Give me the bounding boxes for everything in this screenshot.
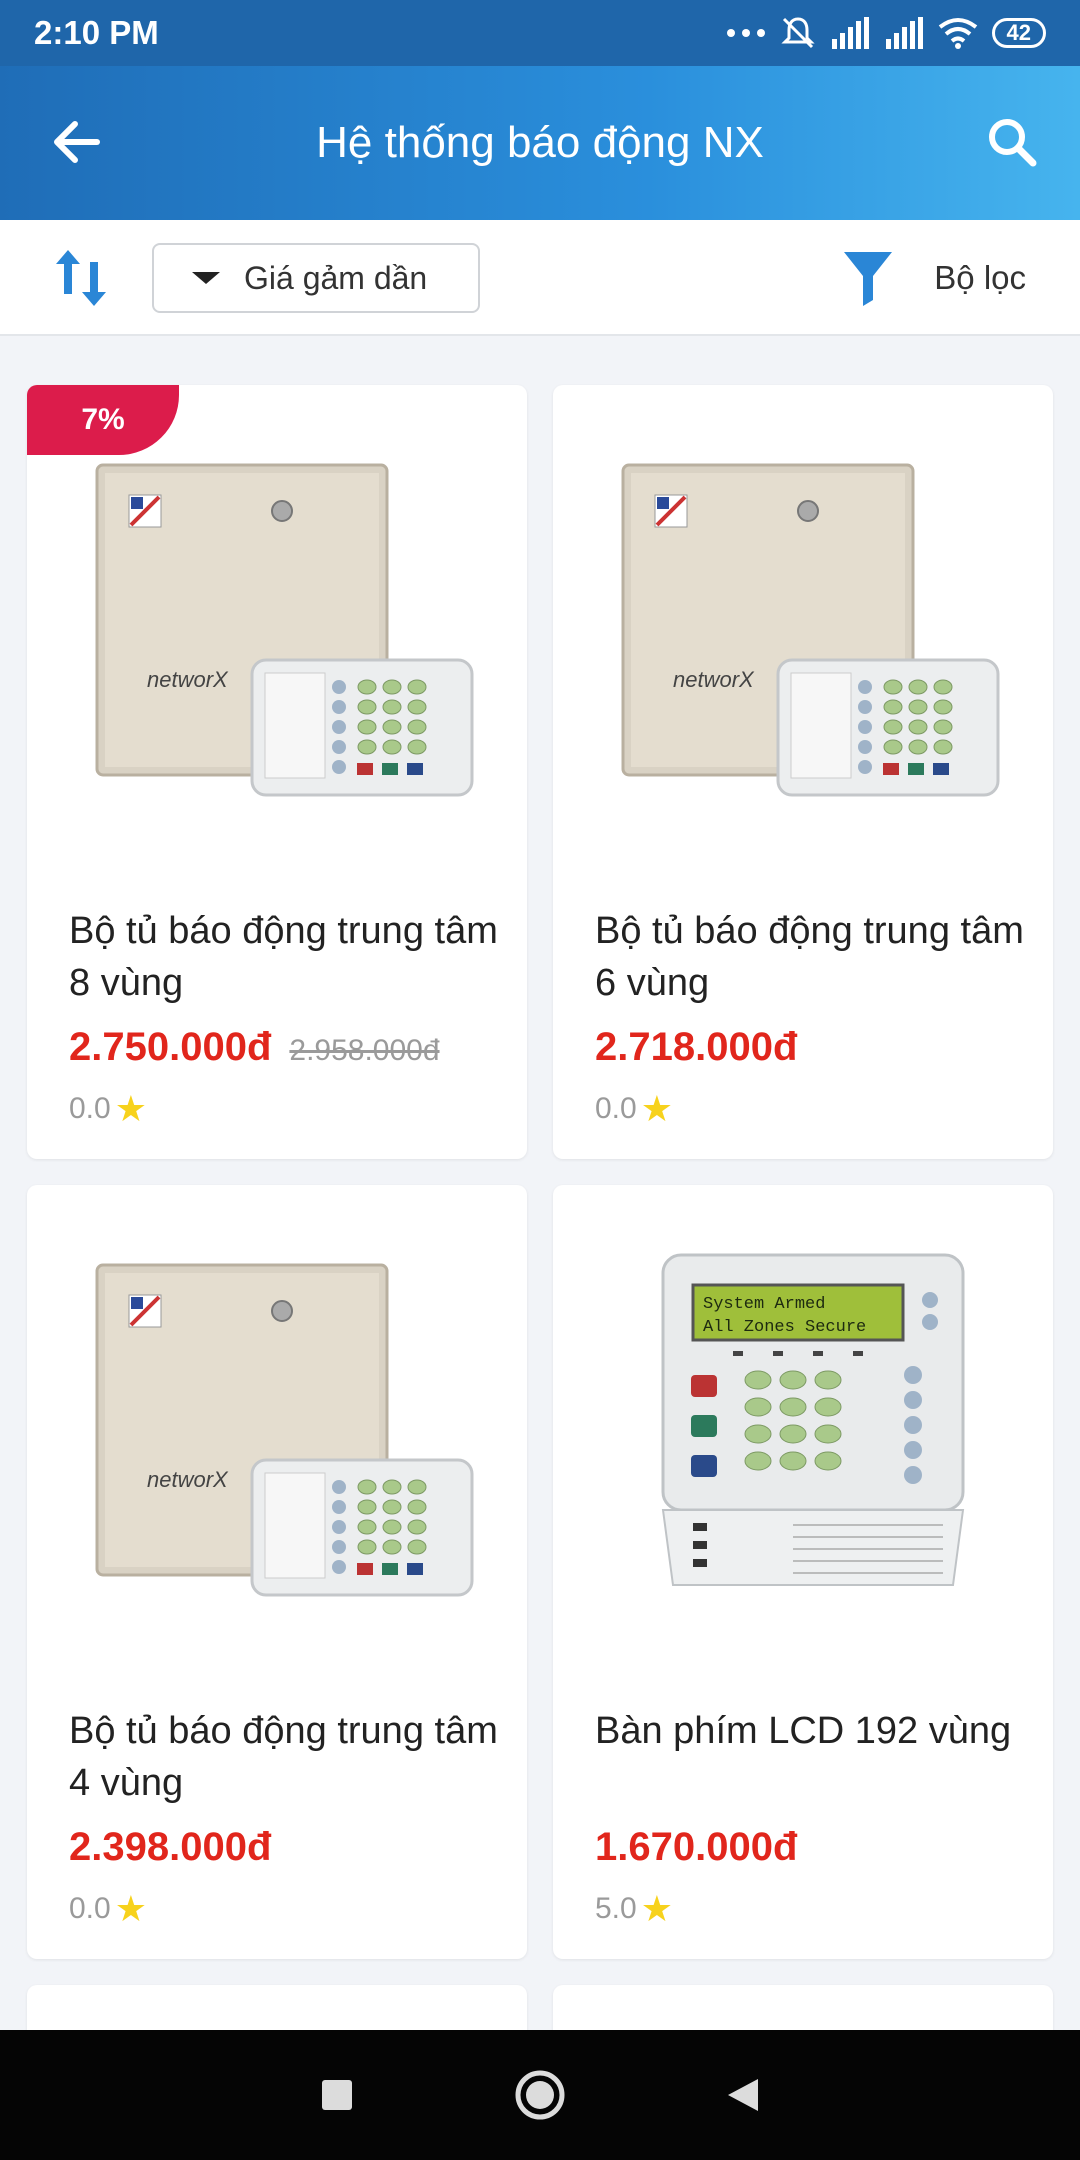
funnel-icon [844,252,893,306]
sort-filter-toolbar: Giá gảm dần Bộ lọc [0,220,1080,336]
lcd-line-1: System Armed [703,1295,825,1314]
star-icon: ★ [114,1888,147,1929]
recents-square-icon[interactable] [320,2078,354,2112]
sort-dropdown[interactable]: Giá gảm dần [152,243,480,313]
page-title: Hệ thống báo động NX [316,118,764,167]
product-card[interactable]: 7% networX Bộ tủ báo động trung tâm 8 vù… [27,385,527,1159]
product-image: networX [27,1185,527,1665]
product-name: Bộ tủ báo động trung tâm 6 vùng [595,910,1024,1004]
product-image: networX [27,385,527,865]
product-image: networX [553,385,1053,865]
product-old-price: 2.958.000đ [289,1034,440,1067]
product-name: Bộ tủ báo động trung tâm 8 vùng [69,910,498,1004]
signal-icon [831,17,869,49]
product-rating: 5.0 ★ [595,1891,673,1927]
product-rating: 0.0 ★ [69,1891,147,1927]
svg-text:networX: networX [673,667,755,692]
filter-button[interactable]: Bộ lọc [842,243,1026,313]
search-icon [989,119,1037,167]
sort-button[interactable] [50,246,114,310]
sort-arrows-icon [56,250,106,306]
product-card[interactable]: System Armed All Zones Secure Bàn phím L… [553,1185,1053,1959]
star-icon: ★ [114,1088,147,1129]
sort-value: Giá gảm dần [244,259,428,296]
alarm-panel-image: networX [95,1263,474,1597]
product-card[interactable]: networX Bộ tủ báo động trung tâm 4 vùng … [27,1185,527,1959]
caret-down-icon [192,272,220,284]
status-time: 2:10 PM [34,14,159,51]
star-icon: ★ [640,1088,673,1129]
star-icon: ★ [640,1888,673,1929]
svg-text:networX: networX [147,667,229,692]
lcd-line-2: All Zones Secure [703,1318,866,1337]
home-circle-icon[interactable] [514,2069,566,2121]
rating-value: 0.0 [69,1092,111,1125]
product-price: 2.398.000đ [69,1825,272,1869]
product-rating: 0.0 ★ [595,1091,673,1127]
price-row: 2.750.000đ 2.958.000đ [69,1025,440,1070]
battery-icon: 42 [991,18,1046,48]
product-image: System Armed All Zones Secure [553,1185,1053,1665]
back-button[interactable] [44,110,108,174]
product-rating: 0.0 ★ [69,1091,147,1127]
alarm-panel-image: networX [95,463,474,797]
lcd-keypad-image: System Armed All Zones Secure [661,1253,965,1586]
price-row: 2.398.000đ [69,1825,271,1870]
product-price: 1.670.000đ [595,1825,798,1869]
product-price: 2.718.000đ [595,1025,798,1069]
svg-text:networX: networX [147,1467,229,1492]
rating-value: 0.0 [595,1092,637,1125]
price-row: 2.718.000đ [595,1025,797,1070]
product-name: Bàn phím LCD 192 vùng [595,1710,1012,1752]
search-button[interactable] [980,110,1044,174]
price-row: 1.670.000đ [595,1825,797,1870]
rating-value: 0.0 [69,1892,111,1925]
arrow-left-icon [54,121,100,163]
dots-icon [726,29,765,37]
mute-icon [780,17,815,49]
product-price: 2.750.000đ [69,1025,272,1069]
status-bar: 2:10 PM 42 [0,0,1080,66]
app-header: Hệ thống báo động NX [0,66,1080,220]
product-name: Bộ tủ báo động trung tâm 4 vùng [69,1710,498,1804]
product-card[interactable]: networX Bộ tủ báo động trung tâm 6 vùng … [553,385,1053,1159]
alarm-panel-image: networX [621,463,1000,797]
back-triangle-icon[interactable] [726,2077,760,2113]
rating-value: 5.0 [595,1892,637,1925]
status-icons: 42 [726,15,1046,51]
system-nav-bar [0,2030,1080,2160]
filter-label: Bộ lọc [934,259,1026,296]
signal-icon [885,17,923,49]
wifi-icon [938,18,977,49]
